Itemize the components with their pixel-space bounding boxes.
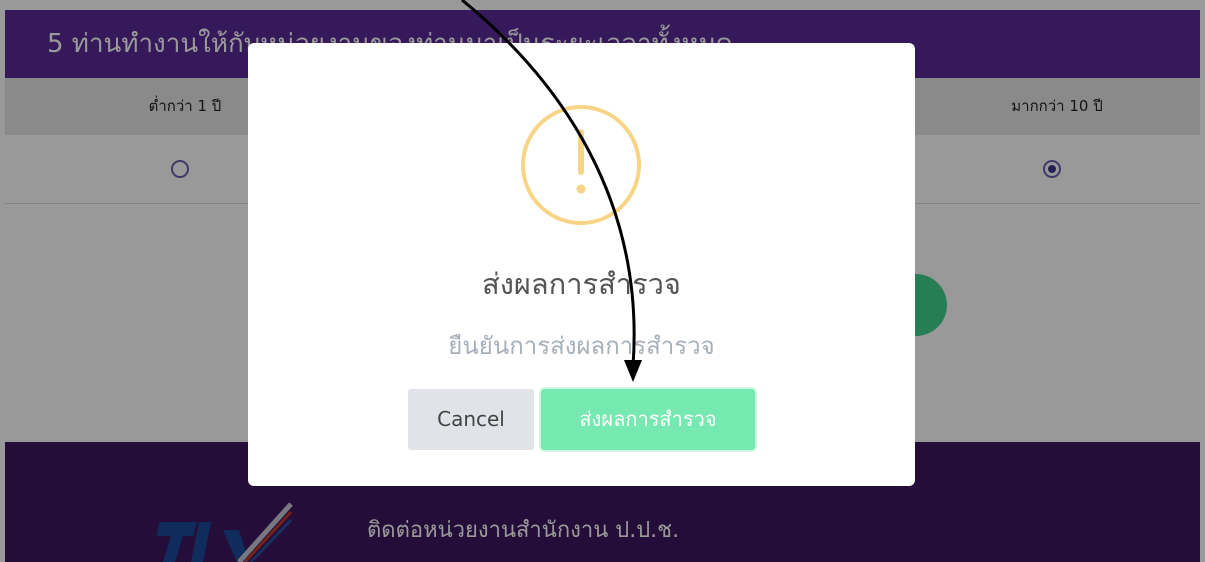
dialog-title: ส่งผลการสำรวจ <box>482 267 681 301</box>
screen: 5 ท่านทำงานให้กับหน่วยงานของท่านมาเป็นระ… <box>0 0 1205 562</box>
dialog-text: ยืนยันการส่งผลการสำรวจ <box>448 332 715 360</box>
warning-icon <box>521 105 641 225</box>
cancel-button[interactable]: Cancel <box>408 389 534 450</box>
confirm-dialog: ส่งผลการสำรวจ ยืนยันการส่งผลการสำรวจ Can… <box>248 43 915 486</box>
confirm-submit-button[interactable]: ส่งผลการสำรวจ <box>541 389 755 450</box>
